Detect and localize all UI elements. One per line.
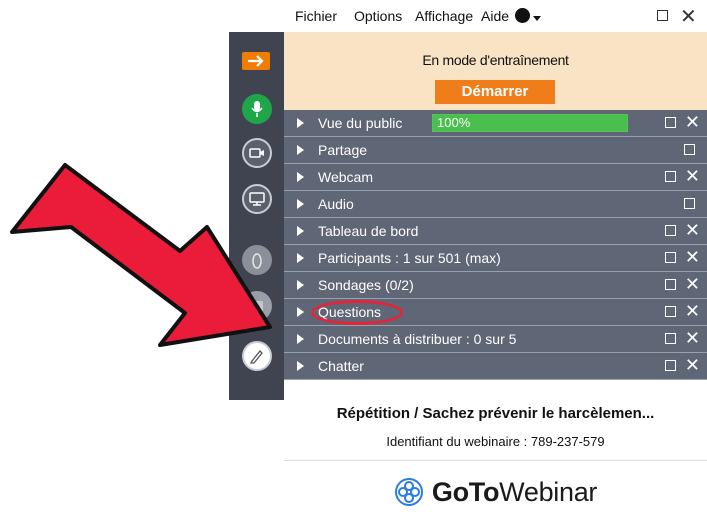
gotowebinar-logo: GoToWebinar	[284, 474, 707, 510]
webinar-id: Identifiant du webinaire : 789-237-579	[386, 434, 605, 449]
pane-label: Participants : 1 sur 501 (max)	[318, 250, 501, 266]
popout-icon[interactable]	[684, 198, 695, 209]
popout-icon[interactable]	[665, 171, 676, 182]
popout-icon[interactable]	[665, 117, 676, 128]
pane-label: Webcam	[318, 169, 373, 185]
progress-text: 100%	[437, 115, 471, 130]
annotation-arrow-icon	[10, 163, 272, 347]
pane-participants[interactable]: Participants : 1 sur 501 (max) ✕	[284, 245, 707, 272]
pane-label: Partage	[318, 142, 368, 158]
chevron-down-icon[interactable]	[533, 16, 541, 21]
pane-questions[interactable]: Questions ✕	[284, 299, 707, 326]
popout-icon[interactable]	[684, 144, 695, 155]
highlight-circle	[311, 300, 403, 325]
pane-list: Vue du public 100% ✕ Partage Webcam ✕ Au…	[284, 110, 707, 380]
expand-triangle-icon[interactable]	[297, 334, 304, 344]
popout-icon[interactable]	[665, 333, 676, 344]
close-icon[interactable]: ✕	[685, 247, 700, 267]
close-icon[interactable]: ✕	[685, 328, 700, 348]
pane-label: Documents à distribuer : 0 sur 5	[318, 331, 517, 347]
menu-bar: Fichier Options Affichage Aide ✕	[284, 0, 707, 32]
close-icon[interactable]: ✕	[685, 166, 700, 186]
close-icon[interactable]: ✕	[685, 355, 700, 375]
microphone-icon	[251, 101, 263, 117]
pane-sharing[interactable]: Partage	[284, 137, 707, 164]
close-icon[interactable]: ✕	[685, 112, 700, 132]
close-window-icon[interactable]: ✕	[680, 4, 697, 29]
popout-icon[interactable]	[665, 252, 676, 263]
language-globe-icon[interactable]	[515, 8, 530, 23]
arrow-right-icon	[248, 55, 264, 67]
menu-view[interactable]: Affichage	[415, 8, 473, 24]
expand-triangle-icon[interactable]	[297, 199, 304, 209]
collapse-panel-button[interactable]	[242, 52, 270, 70]
expand-triangle-icon[interactable]	[297, 145, 304, 155]
pane-label: Vue du public	[318, 115, 403, 131]
close-icon[interactable]: ✕	[685, 220, 700, 240]
expand-triangle-icon[interactable]	[297, 307, 304, 317]
logo-text-bold: GoTo	[431, 476, 500, 507]
logo-text-rest: Webinar	[499, 476, 598, 507]
close-icon[interactable]: ✕	[685, 274, 700, 294]
practice-mode-banner: En mode d'entraînement Démarrer	[284, 32, 707, 110]
divider	[284, 460, 707, 461]
menu-help[interactable]: Aide	[481, 8, 509, 24]
popout-icon[interactable]	[665, 279, 676, 290]
pane-webcam[interactable]: Webcam ✕	[284, 164, 707, 191]
control-panel: Fichier Options Affichage Aide ✕ En mode…	[284, 0, 707, 526]
session-title: Répétition / Sachez prévenir le harcèlem…	[336, 405, 655, 422]
expand-triangle-icon[interactable]	[297, 118, 304, 128]
pane-label: Audio	[318, 196, 354, 212]
close-icon[interactable]: ✕	[685, 301, 700, 321]
start-button[interactable]: Démarrer	[435, 80, 555, 104]
pane-label: Sondages (0/2)	[318, 277, 414, 293]
menu-file[interactable]: Fichier	[295, 8, 337, 24]
popout-icon[interactable]	[665, 306, 676, 317]
pane-label: Tableau de bord	[318, 223, 419, 239]
expand-triangle-icon[interactable]	[297, 226, 304, 236]
menu-options[interactable]: Options	[354, 8, 402, 24]
pane-audio[interactable]: Audio	[284, 191, 707, 218]
pane-polls[interactable]: Sondages (0/2) ✕	[284, 272, 707, 299]
popout-window-icon[interactable]	[657, 10, 668, 21]
pane-audience-view[interactable]: Vue du public 100% ✕	[284, 110, 707, 137]
practice-mode-text: En mode d'entraînement	[422, 52, 569, 68]
expand-triangle-icon[interactable]	[297, 280, 304, 290]
expand-triangle-icon[interactable]	[297, 253, 304, 263]
popout-icon[interactable]	[665, 225, 676, 236]
audience-view-progress: 100%	[432, 114, 628, 132]
microphone-button[interactable]	[242, 94, 272, 124]
pane-label: Chatter	[318, 358, 364, 374]
gotowebinar-logo-icon	[394, 478, 423, 506]
expand-triangle-icon[interactable]	[297, 361, 304, 371]
pane-dashboard[interactable]: Tableau de bord ✕	[284, 218, 707, 245]
pane-handouts[interactable]: Documents à distribuer : 0 sur 5 ✕	[284, 326, 707, 353]
popout-icon[interactable]	[665, 360, 676, 371]
expand-triangle-icon[interactable]	[297, 172, 304, 182]
pane-chat[interactable]: Chatter ✕	[284, 353, 707, 380]
